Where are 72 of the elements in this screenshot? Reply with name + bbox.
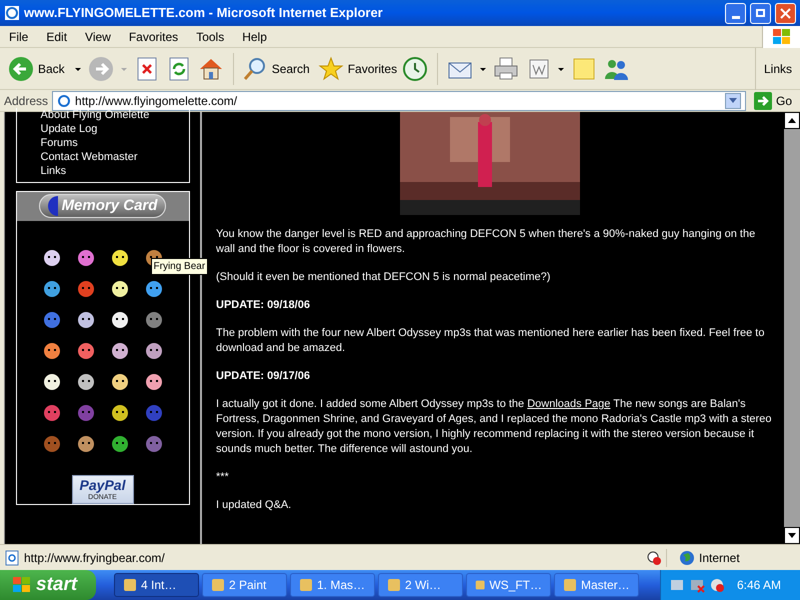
memory-card-title: Memory Card	[62, 196, 158, 216]
address-field[interactable]: http://www.flyingomelette.com/	[52, 90, 746, 110]
taskbar-button[interactable]: WS_FT…	[466, 573, 551, 597]
menu-item[interactable]: Edit	[37, 28, 76, 46]
tray-icon	[669, 577, 685, 593]
nav-link[interactable]: Update Log	[40, 122, 188, 136]
scrollbar[interactable]	[783, 112, 800, 544]
app-icon	[123, 578, 137, 592]
tray-icon	[709, 577, 725, 593]
scroll-up-button[interactable]	[784, 112, 800, 129]
paragraph: (Should it even be mentioned that DEFCON 5 is normal peacetime?)	[216, 270, 552, 285]
paragraph: I updated Q&A.	[216, 498, 292, 513]
app-icon	[563, 578, 577, 592]
page-icon	[4, 550, 20, 566]
downloads-link[interactable]: Downloads Page	[527, 398, 610, 410]
address-label: Address	[4, 92, 48, 110]
close-button[interactable]	[775, 2, 796, 24]
paragraph: You know the danger level is RED and approaching DEFCON 5 when there's a 90%-naked guy hanging on the wall and the floor is covered in flowers.	[216, 227, 756, 257]
nav-link[interactable]: Links	[40, 164, 188, 178]
taskbar-button[interactable]: 2 Paint	[202, 573, 287, 597]
search-button[interactable]: Search	[242, 56, 310, 82]
browser-icon	[4, 5, 20, 21]
history-icon[interactable]	[401, 54, 430, 82]
paragraph: I actually got it done. I added some Albert Odyssey mp3s to the Downloads Page The new songs are Balan's Fortress, Dragonmen Shrine, and Graveyard of Ages, and I replaced the mono Radoria's Castle mp3 with a stereo version. If you already got the mono version, I highly recommend replacing it with the stereo version because it sounds much better. The difference will astound you.	[216, 397, 772, 457]
page-icon	[57, 94, 72, 108]
app-icon	[211, 578, 225, 592]
paragraph: The problem with the four new Albert Odyssey mp3s that was mentioned here earlier has been fixed. Feel free to download and be amazed.	[216, 326, 766, 356]
update-heading: UPDATE: 09/18/06	[216, 298, 311, 313]
printer-icon[interactable]	[492, 54, 520, 82]
star-icon	[318, 56, 344, 82]
close-icon	[780, 8, 791, 18]
favorites-button[interactable]: Favorites	[318, 56, 398, 82]
window-title: www.FLYINGOMELETTE.com - Microsoft Internet Explorer	[24, 4, 384, 22]
app-icon	[475, 578, 486, 592]
dropdown-button[interactable]	[724, 92, 741, 108]
app-icon	[387, 578, 401, 592]
update-heading: UPDATE: 09/17/06	[216, 369, 311, 384]
caret-icon	[728, 98, 737, 104]
zone-text: Internet	[699, 550, 740, 566]
menu-item[interactable]: Tools	[187, 28, 234, 46]
up-arrow-icon	[788, 118, 796, 123]
down-arrow-icon	[788, 533, 796, 538]
orb-icon	[48, 196, 58, 216]
windows-logo	[772, 28, 792, 46]
links-button[interactable]: Links	[764, 60, 792, 78]
tray-icon	[689, 577, 705, 593]
restore-button[interactable]	[750, 2, 771, 24]
clock: 6:46 AM	[737, 577, 782, 594]
paragraph: ***	[216, 470, 230, 485]
windows-logo	[12, 576, 32, 594]
search-icon	[242, 56, 268, 82]
taskbar-button[interactable]: 2 Wi…	[378, 573, 463, 597]
menu-item[interactable]: Favorites	[120, 28, 188, 46]
menu-item[interactable]: Help	[233, 28, 276, 46]
back-button[interactable]: Back	[8, 56, 69, 82]
go-button[interactable]: Go	[750, 92, 796, 110]
app-icon	[299, 578, 313, 592]
address-value: http://www.flyingomelette.com/	[75, 92, 238, 110]
menu-item[interactable]: View	[76, 28, 120, 46]
tooltip: Frying Bear	[150, 258, 208, 275]
nav-link[interactable]: About Flying Omelette	[40, 108, 188, 122]
minimize-button[interactable]	[725, 2, 746, 24]
taskbar-button[interactable]: Master…	[554, 573, 639, 597]
nav-link[interactable]: Contact Webmaster	[40, 150, 188, 164]
globe-icon	[679, 550, 695, 566]
taskbar-button[interactable]: 1. Mas…	[290, 573, 375, 597]
taskbar-button[interactable]: 4 Int…	[114, 573, 199, 597]
status-text: http://www.fryingbear.com/	[24, 550, 166, 566]
privacy-icon	[646, 550, 662, 566]
menu-item[interactable]: File	[0, 28, 38, 46]
scroll-down-button[interactable]	[784, 527, 800, 544]
nav-link[interactable]: Forums	[40, 136, 188, 150]
